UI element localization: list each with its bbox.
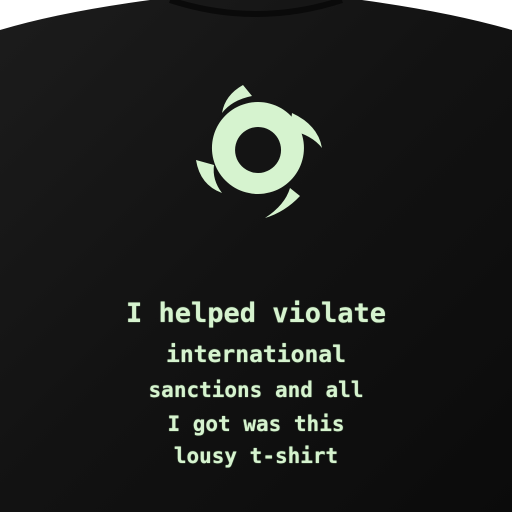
slogan-line-4: I got was this xyxy=(167,412,345,436)
slogan-line-1: I helped violate xyxy=(125,298,387,329)
tshirt-render: I helped violate international sanctions… xyxy=(0,0,512,512)
slogan-line-3: sanctions and all xyxy=(148,378,364,402)
slogan-line-2: international xyxy=(165,342,346,368)
slogan-line-5: lousy t-shirt xyxy=(173,444,339,468)
